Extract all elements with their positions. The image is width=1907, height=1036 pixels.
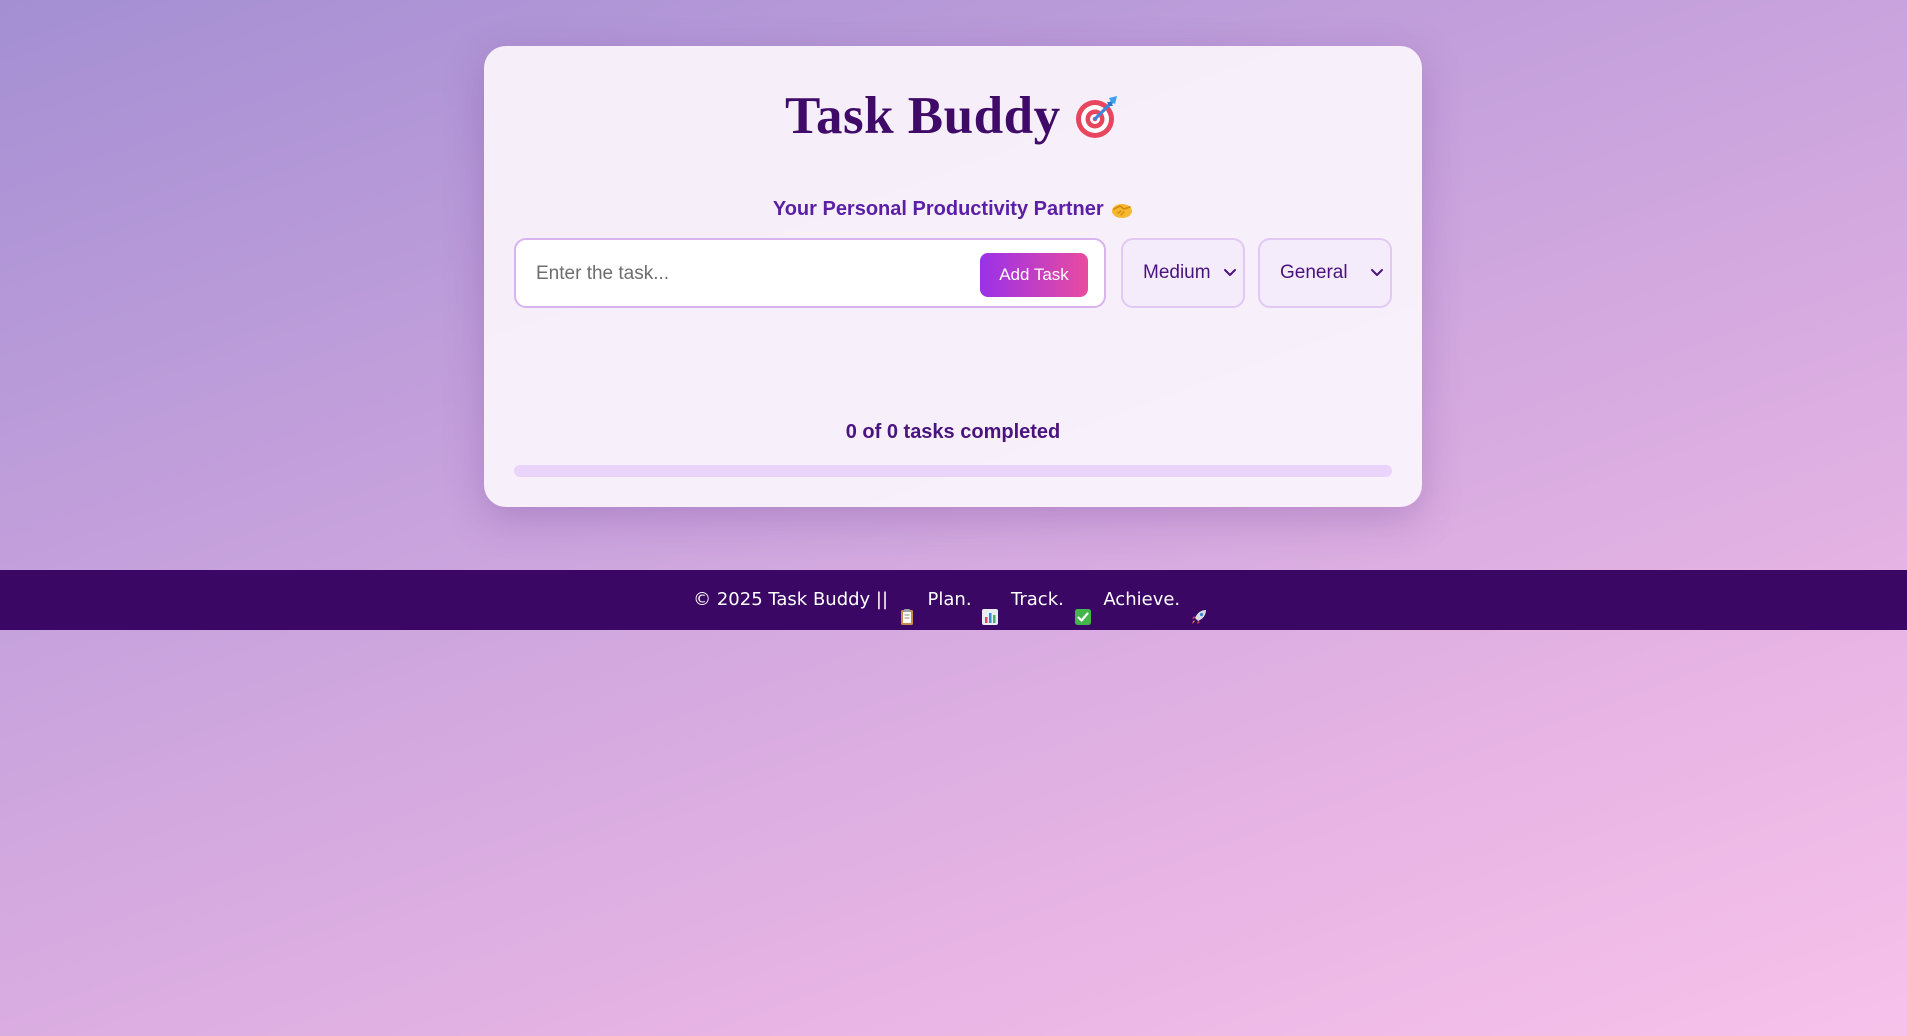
- app-subtitle: Your Personal Productivity Partner: [772, 198, 1104, 220]
- task-card: Task Buddy Your Personal Productivity Pa…: [484, 46, 1422, 507]
- check-box-icon: [1074, 591, 1092, 625]
- clipboard-icon: [898, 591, 916, 625]
- task-input-wrapper: Add Task: [514, 238, 1106, 308]
- chevron-down-icon: [1371, 269, 1383, 276]
- category-select[interactable]: General: [1258, 238, 1392, 308]
- footer-plan: Plan.: [927, 589, 972, 610]
- subtitle-row: Your Personal Productivity Partner: [484, 198, 1422, 221]
- add-task-button[interactable]: Add Task: [980, 253, 1088, 297]
- task-input[interactable]: [534, 258, 978, 290]
- priority-select[interactable]: Medium: [1121, 238, 1245, 308]
- footer-track: Track.: [1011, 589, 1064, 610]
- footer: © 2025 Task Buddy || Plan. Track. Achiev…: [0, 570, 1907, 630]
- footer-copyright: © 2025 Task Buddy ||: [693, 589, 889, 610]
- category-selected-value: General: [1280, 262, 1348, 283]
- progress-text: 0 of 0 tasks completed: [845, 421, 1061, 443]
- target-dart-icon: [1073, 92, 1121, 140]
- progress-bar: [514, 465, 1392, 477]
- priority-selected-value: Medium: [1143, 262, 1211, 283]
- footer-achieve: Achieve.: [1103, 589, 1181, 610]
- bar-chart-icon: [981, 591, 999, 625]
- chevron-down-icon: [1224, 269, 1236, 276]
- rocket-icon: [1190, 591, 1208, 624]
- app-title: Task Buddy: [784, 87, 1061, 145]
- handshake-icon: [1111, 199, 1133, 221]
- title-row: Task Buddy: [484, 86, 1422, 156]
